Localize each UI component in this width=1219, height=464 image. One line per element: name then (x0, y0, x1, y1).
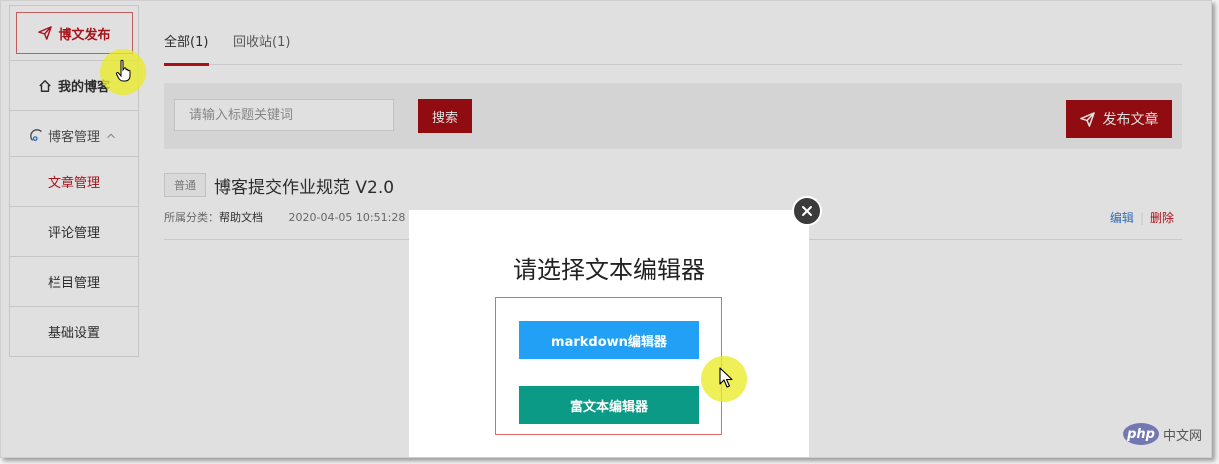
modal-title: 请选择文本编辑器 (513, 256, 705, 284)
richtext-editor-button[interactable]: 富文本编辑器 (519, 386, 699, 424)
arrow-cursor-icon (719, 367, 733, 388)
php-logo: php (1123, 423, 1159, 445)
modal-close-button[interactable] (792, 196, 822, 226)
close-icon (802, 206, 812, 216)
editor-options-highlight: markdown编辑器 富文本编辑器 (495, 297, 722, 435)
watermark-text: 中文网 (1163, 428, 1203, 444)
hand-pointer-icon (115, 59, 131, 82)
app-window: 博文发布 我的博客 博客管理 文章管理 评论管理 栏目管理 基础设置 全部(1)… (0, 0, 1212, 458)
watermark: php 中文网 (1123, 423, 1202, 445)
editor-select-modal: 请选择文本编辑器 markdown编辑器 富文本编辑器 (409, 210, 809, 457)
markdown-editor-button[interactable]: markdown编辑器 (519, 321, 699, 359)
